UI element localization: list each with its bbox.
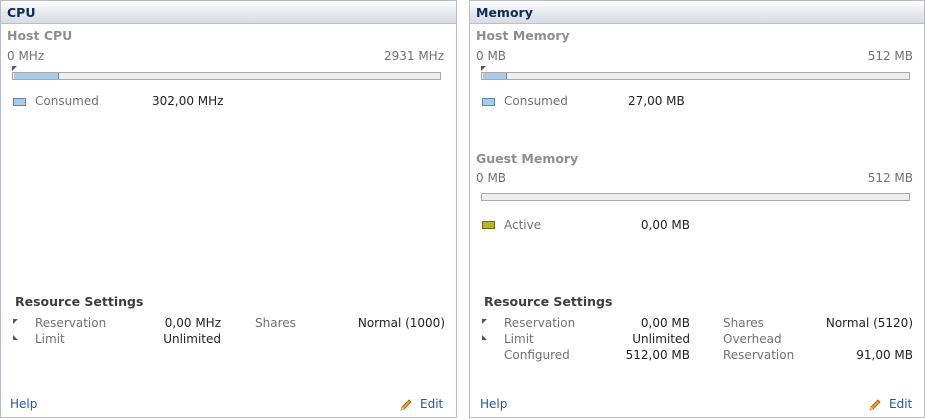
cpu-reservation-value: 0,00 MHz bbox=[164, 316, 221, 330]
limit-marker-icon bbox=[482, 335, 487, 340]
memory-limit-value: Unlimited bbox=[632, 332, 690, 346]
cpu-edit-link[interactable]: Edit bbox=[420, 397, 443, 411]
memory-overhead-label: Overhead bbox=[723, 332, 782, 346]
consumed-legend-swatch bbox=[482, 98, 495, 106]
memory-shares-value: Normal (5120) bbox=[825, 316, 913, 330]
memory-resource-settings-heading: Resource Settings bbox=[484, 294, 613, 309]
memory-limit-label: Limit bbox=[504, 332, 534, 346]
cpu-limit-label: Limit bbox=[35, 332, 65, 346]
memory-active-value: 0,00 MB bbox=[640, 218, 690, 232]
consumed-legend-swatch bbox=[13, 98, 26, 106]
host-memory-min-label: 0 MB bbox=[476, 49, 507, 63]
host-memory-heading: Host Memory bbox=[476, 28, 570, 43]
memory-panel-title: Memory bbox=[470, 1, 924, 24]
cpu-panel-title: CPU bbox=[1, 1, 456, 24]
memory-consumed-label: Consumed bbox=[504, 94, 568, 108]
memory-reservation-label: Reservation bbox=[504, 316, 576, 330]
cpu-consumed-fill bbox=[14, 73, 59, 79]
memory-edit-link[interactable]: Edit bbox=[889, 397, 912, 411]
memory-configured-value: 512,00 MB bbox=[625, 348, 690, 362]
memory-overhead-reservation-value: 91,00 MB bbox=[856, 348, 913, 362]
memory-reservation-marker bbox=[481, 66, 486, 71]
pencil-icon[interactable] bbox=[868, 398, 882, 412]
reservation-marker-icon bbox=[482, 319, 487, 324]
memory-consumed-value: 27,00 MB bbox=[628, 94, 685, 108]
guest-memory-min-label: 0 MB bbox=[476, 171, 507, 185]
cpu-shares-value: Normal (1000) bbox=[357, 316, 445, 330]
memory-active-label: Active bbox=[504, 218, 542, 232]
cpu-resource-settings-heading: Resource Settings bbox=[15, 294, 144, 309]
cpu-consumed-value: 302,00 MHz bbox=[152, 94, 224, 108]
memory-configured-label: Configured bbox=[504, 348, 570, 362]
host-cpu-heading: Host CPU bbox=[7, 28, 73, 43]
guest-memory-max-label: 512 MB bbox=[867, 171, 913, 185]
cpu-limit-value: Unlimited bbox=[163, 332, 221, 346]
cpu-panel: CPU Host CPU 0 MHz 2931 MHz Consumed 302… bbox=[0, 0, 457, 418]
cpu-help-link[interactable]: Help bbox=[10, 397, 37, 411]
memory-consumed-fill bbox=[483, 73, 507, 79]
guest-memory-heading: Guest Memory bbox=[476, 151, 579, 166]
memory-help-link[interactable]: Help bbox=[480, 397, 507, 411]
memory-overhead-reservation-label: Reservation bbox=[723, 348, 795, 362]
guest-memory-bar bbox=[481, 193, 910, 201]
cpu-usage-bar bbox=[12, 72, 441, 80]
memory-reservation-value: 0,00 MB bbox=[640, 316, 690, 330]
pencil-icon[interactable] bbox=[399, 398, 413, 412]
cpu-reservation-label: Reservation bbox=[35, 316, 107, 330]
cpu-reservation-marker bbox=[12, 66, 17, 71]
host-memory-max-label: 512 MB bbox=[867, 49, 913, 63]
memory-panel: Memory Host Memory 0 MB 512 MB Consumed … bbox=[469, 0, 925, 418]
cpu-bar-max-label: 2931 MHz bbox=[383, 49, 444, 63]
memory-shares-label: Shares bbox=[723, 316, 764, 330]
cpu-consumed-label: Consumed bbox=[35, 94, 99, 108]
active-legend-swatch bbox=[482, 221, 495, 229]
cpu-bar-min-label: 0 MHz bbox=[7, 49, 45, 63]
reservation-marker-icon bbox=[13, 319, 18, 324]
cpu-shares-label: Shares bbox=[255, 316, 296, 330]
limit-marker-icon bbox=[13, 335, 18, 340]
host-memory-bar bbox=[481, 72, 910, 80]
